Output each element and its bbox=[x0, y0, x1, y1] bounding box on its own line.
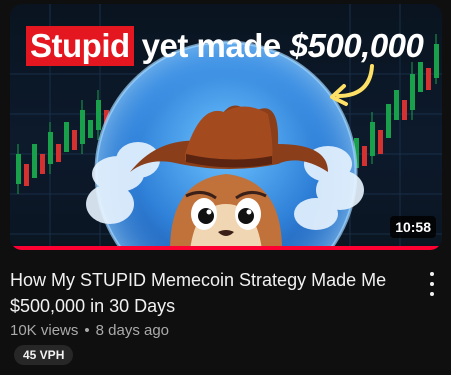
headline-rest: yet made bbox=[141, 27, 282, 64]
watch-progress-bar bbox=[10, 246, 442, 250]
view-count: 10K views bbox=[10, 322, 79, 339]
video-metadata: 10K views • 8 days ago bbox=[10, 322, 169, 339]
meta-separator: • bbox=[84, 322, 90, 339]
headline-money: $500,000 bbox=[289, 27, 424, 64]
vph-badge: 45 VPH bbox=[14, 345, 74, 365]
curved-arrow-icon bbox=[330, 64, 374, 106]
upload-age: 8 days ago bbox=[95, 322, 170, 339]
headline-highlight: Stupid bbox=[26, 26, 134, 66]
menu-dot bbox=[430, 272, 434, 276]
duration-badge: 10:58 bbox=[390, 216, 436, 238]
thumbnail-headline: Stupid yet made $500,000 bbox=[26, 24, 424, 68]
video-title[interactable]: How My STUPID Memecoin Strategy Made Me … bbox=[10, 267, 400, 319]
video-card[interactable]: Stupid yet made $500,000 10:58 How My ST… bbox=[0, 0, 451, 375]
menu-dot bbox=[430, 292, 434, 296]
vertical-dots-icon[interactable] bbox=[422, 272, 442, 296]
video-thumbnail[interactable]: Stupid yet made $500,000 10:58 bbox=[10, 4, 442, 250]
menu-dot bbox=[430, 282, 434, 286]
